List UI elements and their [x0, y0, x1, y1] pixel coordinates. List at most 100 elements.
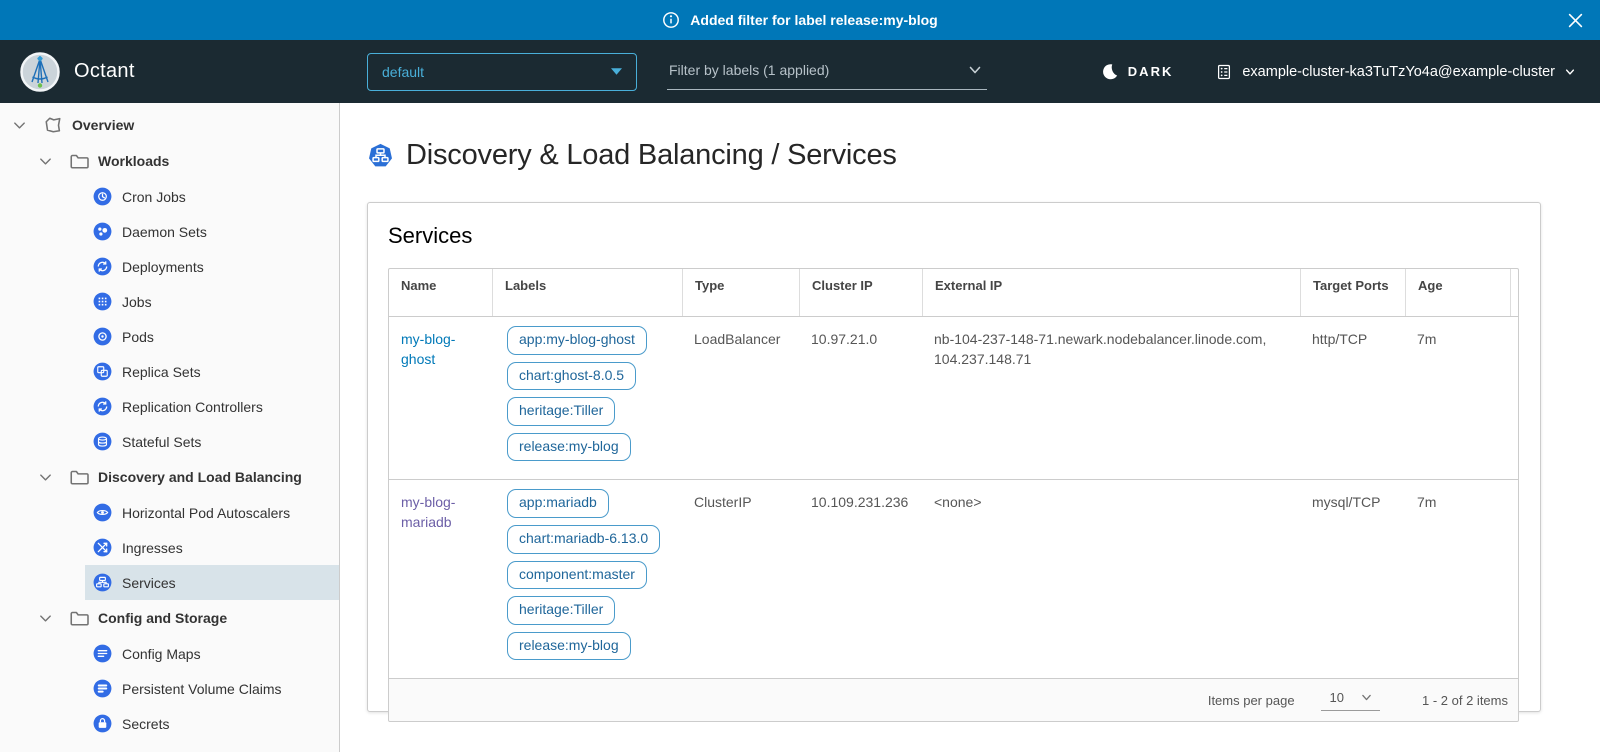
- secrets-icon: [93, 714, 112, 733]
- folder-icon: [69, 608, 89, 628]
- ingresses-icon: [93, 538, 112, 557]
- sidebar-item-jobs[interactable]: Jobs: [85, 284, 339, 319]
- close-icon[interactable]: [1568, 13, 1583, 28]
- chevron-down-icon[interactable]: [12, 118, 27, 133]
- sidebar-item-label: Cron Jobs: [122, 189, 186, 205]
- sidebar-item-label: Config Maps: [122, 646, 201, 662]
- chevron-down-icon: [967, 62, 983, 78]
- label-chip[interactable]: heritage:Tiller: [507, 596, 615, 625]
- cell-external-ip: <none>: [922, 480, 1300, 678]
- sidebar-item-label: Jobs: [122, 294, 152, 310]
- sidebar-item-label: Horizontal Pod Autoscalers: [122, 505, 290, 521]
- sidebar-item-config-maps[interactable]: Config Maps: [85, 636, 339, 671]
- cell-labels: app:my-blog-ghost chart:ghost-8.0.5 herita…: [492, 317, 682, 479]
- cell-type: ClusterIP: [682, 480, 799, 678]
- sidebar-group-discovery-and-load-balancing[interactable]: Discovery and Load Balancing: [0, 459, 339, 495]
- label-chip[interactable]: release:my-blog: [507, 632, 631, 661]
- items-per-page-select[interactable]: 10: [1321, 690, 1380, 711]
- sidebar-item-stateful-sets[interactable]: Stateful Sets: [85, 424, 339, 459]
- app-header: Octant default Filter by labels (1 appli…: [0, 40, 1600, 103]
- sidebar-group-workloads[interactable]: Workloads: [0, 143, 339, 179]
- pvc-icon: [93, 679, 112, 698]
- cell-cluster-ip: 10.97.21.0: [799, 317, 922, 479]
- replicasets-icon: [93, 362, 112, 381]
- cell-age: 7m: [1405, 480, 1510, 678]
- filter-label: Filter by labels (1 applied): [669, 62, 829, 78]
- notification-text: Added filter for label release:my-blog: [690, 12, 937, 28]
- notification-bar: Added filter for label release:my-blog: [0, 0, 1600, 40]
- sidebar-item-persistent-volume-claims[interactable]: Persistent Volume Claims: [85, 671, 339, 706]
- sidebar-item-label: Secrets: [122, 716, 169, 732]
- octant-logo-icon: [20, 52, 60, 92]
- table-header: Name Labels Type Cluster IP External IP …: [389, 269, 1518, 317]
- sidebar-item-pods[interactable]: Pods: [85, 319, 339, 354]
- chevron-down-icon: [1564, 66, 1576, 78]
- service-name-link[interactable]: my-blog-ghost: [401, 331, 455, 367]
- info-icon: [662, 11, 680, 29]
- table-row: my-blog-ghost app:my-blog-ghost chart:gho…: [389, 317, 1518, 479]
- sidebar-item-label: Persistent Volume Claims: [122, 681, 282, 697]
- deployments-icon: [93, 257, 112, 276]
- label-chip[interactable]: chart:ghost-8.0.5: [507, 362, 636, 391]
- service-name-link[interactable]: my-blog-mariadb: [401, 494, 455, 530]
- dark-theme-toggle[interactable]: DARK: [1101, 63, 1174, 80]
- caret-down-icon: [611, 68, 622, 75]
- sidebar-item-replication-controllers[interactable]: Replication Controllers: [85, 389, 339, 424]
- cell-spacer: [1510, 480, 1534, 678]
- sidebar-item-services[interactable]: Services: [85, 565, 339, 600]
- cronjobs-icon: [93, 187, 112, 206]
- sidebar-item-secrets[interactable]: Secrets: [85, 706, 339, 741]
- cell-external-ip: nb-104-237-148-71.newark.nodebalancer.li…: [922, 317, 1300, 479]
- brand: Octant: [20, 52, 367, 92]
- sidebar-item-ingresses[interactable]: Ingresses: [85, 530, 339, 565]
- cell-target-ports: http/TCP: [1300, 317, 1405, 479]
- cell-type: LoadBalancer: [682, 317, 799, 479]
- cell-target-ports: mysql/TCP: [1300, 480, 1405, 678]
- label-chip[interactable]: chart:mariadb-6.13.0: [507, 525, 660, 554]
- statefulsets-icon: [93, 432, 112, 451]
- folder-icon: [69, 151, 89, 171]
- chevron-down-icon[interactable]: [38, 611, 53, 626]
- sidebar-item-label: Deployments: [122, 259, 204, 275]
- column-header-external-ip: External IP: [922, 269, 1300, 316]
- chevron-down-icon[interactable]: [38, 154, 53, 169]
- label-chip[interactable]: app:mariadb: [507, 489, 609, 518]
- sidebar-item-label: Pods: [122, 329, 154, 345]
- sidebar-groups: Workloads Cron Jobs Daemon Sets Deployme…: [0, 143, 339, 741]
- label-chip[interactable]: app:my-blog-ghost: [507, 326, 647, 355]
- replicationcontrollers-icon: [93, 397, 112, 416]
- pods-icon: [93, 327, 112, 346]
- sidebar-item-deployments[interactable]: Deployments: [85, 249, 339, 284]
- sidebar-item-label: Ingresses: [122, 540, 183, 556]
- sidebar-item-overview[interactable]: Overview: [0, 107, 339, 143]
- filter-by-labels-input[interactable]: Filter by labels (1 applied): [667, 54, 987, 90]
- sidebar-item-replica-sets[interactable]: Replica Sets: [85, 354, 339, 389]
- cell-spacer: [1510, 317, 1534, 479]
- table-row: my-blog-mariadb app:mariadb chart:mariadb…: [389, 479, 1518, 678]
- column-header-type: Type: [682, 269, 799, 316]
- sidebar-item-cron-jobs[interactable]: Cron Jobs: [85, 179, 339, 214]
- label-chip[interactable]: heritage:Tiller: [507, 397, 615, 426]
- sidebar-item-label: Replication Controllers: [122, 399, 263, 415]
- services-icon: [93, 573, 112, 592]
- sidebar-item-horizontal-pod-autoscalers[interactable]: Horizontal Pod Autoscalers: [85, 495, 339, 530]
- column-header-labels: Labels: [492, 269, 682, 316]
- cell-cluster-ip: 10.109.231.236: [799, 480, 922, 678]
- column-header-target-ports: Target Ports: [1300, 269, 1405, 316]
- namespace-select[interactable]: default: [367, 53, 637, 91]
- label-chip[interactable]: component:master: [507, 561, 647, 590]
- configmaps-icon: [93, 644, 112, 663]
- overview-icon: [43, 115, 63, 135]
- cluster-name: example-cluster-ka3TuTzYo4a@example-clus…: [1242, 64, 1555, 80]
- app-name: Octant: [74, 60, 135, 83]
- label-chip[interactable]: release:my-blog: [507, 433, 631, 462]
- column-header-name: Name: [389, 269, 492, 316]
- folder-icon: [69, 467, 89, 487]
- sidebar-item-daemon-sets[interactable]: Daemon Sets: [85, 214, 339, 249]
- namespace-value: default: [382, 64, 424, 80]
- moon-icon: [1101, 63, 1118, 80]
- chevron-down-icon[interactable]: [38, 470, 53, 485]
- sidebar-group-config-and-storage[interactable]: Config and Storage: [0, 600, 339, 636]
- services-heptagon-icon: [367, 142, 394, 169]
- cluster-selector[interactable]: example-cluster-ka3TuTzYo4a@example-clus…: [1215, 63, 1576, 81]
